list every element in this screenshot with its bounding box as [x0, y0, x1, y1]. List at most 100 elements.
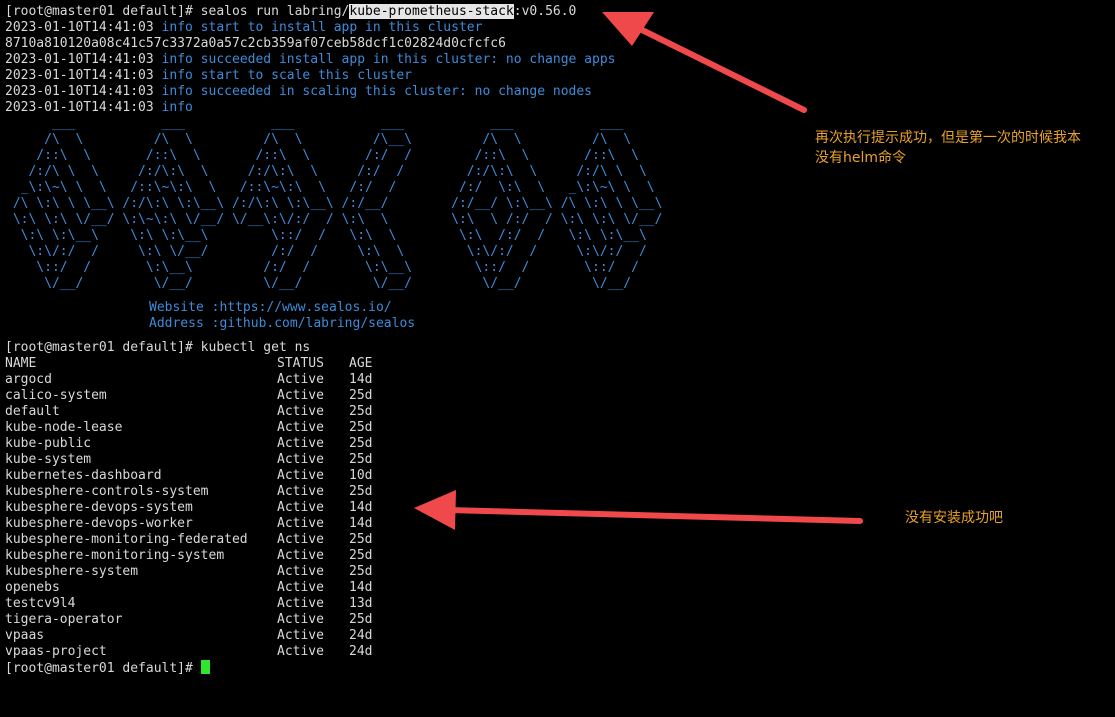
- namespace-age: 13d: [349, 596, 373, 611]
- namespace-name: kubesphere-controls-system: [5, 484, 209, 499]
- terminal-window[interactable]: [root@master01 default]# sealos run labr…: [5, 4, 1105, 676]
- namespace-name: kubesphere-devops-worker: [5, 516, 193, 531]
- namespace-age: 25d: [349, 420, 373, 435]
- namespace-age: 25d: [349, 484, 373, 499]
- log-line: 2023-01-10T14:41:03 info: [5, 100, 1105, 116]
- table-row: kubesphere-monitoring-system Active 25d: [5, 548, 372, 564]
- command-line-current[interactable]: [root@master01 default]#: [5, 660, 1105, 676]
- namespace-name: vpaas: [5, 628, 45, 643]
- namespace-age: 14d: [349, 372, 373, 387]
- log-message: info succeeded install app in this clust…: [161, 52, 616, 67]
- shell-prompt: [root@master01 default]#: [5, 661, 201, 676]
- command-line-sealos: [root@master01 default]# sealos run labr…: [5, 4, 1105, 20]
- namespace-name: kube-public: [5, 436, 92, 451]
- log-message: info succeeded in scaling this cluster: …: [161, 84, 593, 99]
- log-message: info: [161, 100, 193, 115]
- log-message: info start to scale this cluster: [161, 68, 412, 83]
- namespace-status: Active: [277, 484, 324, 499]
- log-timestamp: 2023-01-10T14:41:03: [5, 20, 162, 35]
- table-row: testcv9l4 Active 13d: [5, 596, 372, 612]
- table-row: default Active 25d: [5, 404, 372, 420]
- namespace-status: Active: [277, 628, 324, 643]
- namespace-age: 24d: [349, 628, 373, 643]
- table-row: kube-public Active 25d: [5, 436, 372, 452]
- table-row: kubernetes-dashboard Active 10d: [5, 468, 372, 484]
- command-text: sealos run labring/: [200, 4, 350, 19]
- namespace-status: Active: [277, 436, 324, 451]
- namespace-name: testcv9l4: [5, 596, 76, 611]
- namespace-name: default: [5, 404, 60, 419]
- sealos-address: Address :github.com/labring/sealos: [149, 316, 416, 331]
- namespace-name: kube-system: [5, 452, 92, 467]
- namespace-age: 14d: [349, 516, 373, 531]
- log-timestamp: 2023-01-10T14:41:03: [5, 84, 162, 99]
- namespace-status: Active: [277, 452, 324, 467]
- table-row: kubesphere-devops-worker Active 14d: [5, 516, 372, 532]
- namespace-status: Active: [277, 468, 324, 483]
- annotation-note-line: 再次执行提示成功，但是第一次的时候我本: [815, 130, 1081, 146]
- annotation-note-install: 没有安装成功吧: [905, 510, 1003, 526]
- namespace-age: 10d: [349, 468, 373, 483]
- namespace-status: Active: [277, 516, 324, 531]
- table-row: kube-node-lease Active 25d: [5, 420, 372, 436]
- namespace-age: 25d: [349, 404, 373, 419]
- table-row: argocd Active 14d: [5, 372, 372, 388]
- namespace-status: Active: [277, 388, 324, 403]
- column-header-name: NAME: [5, 356, 37, 371]
- table-row: kubesphere-monitoring-federated Active 25d: [5, 532, 372, 548]
- namespace-age: 25d: [349, 452, 373, 467]
- table-row: calico-system Active 25d: [5, 388, 372, 404]
- namespace-age: 24d: [349, 644, 373, 659]
- log-line: 2023-01-10T14:41:03 info start to scale …: [5, 68, 1105, 84]
- annotation-note-line: 没有helm命令: [815, 150, 907, 166]
- namespace-status: Active: [277, 532, 324, 547]
- command-text-tail: :v0.56.0: [513, 4, 577, 19]
- namespace-status: Active: [277, 372, 324, 387]
- selected-text[interactable]: kube-prometheus-stack: [349, 4, 514, 19]
- namespace-age: 14d: [349, 580, 373, 595]
- log-line: 8710a810120a08c41c57c3372a0a57c2cb359af0…: [5, 36, 1105, 52]
- log-line: 2023-01-10T14:41:03 info succeeded in sc…: [5, 84, 1105, 100]
- namespace-status: Active: [277, 596, 324, 611]
- namespace-status: Active: [277, 548, 324, 563]
- column-header-status: STATUS: [277, 356, 324, 371]
- table-row: vpaas-project Active 24d: [5, 644, 372, 660]
- namespace-rows: argocd Active 14d calico-system Active 25d def…: [5, 372, 372, 660]
- namespace-age: 25d: [349, 436, 373, 451]
- namespace-name: kubesphere-monitoring-federated: [5, 532, 248, 547]
- image-digest: 8710a810120a08c41c57c3372a0a57c2cb359af0…: [5, 36, 506, 51]
- namespace-age: 25d: [349, 564, 373, 579]
- namespace-name: kubesphere-devops-system: [5, 500, 193, 515]
- namespace-status: Active: [277, 644, 324, 659]
- table-row: openebs Active 14d: [5, 580, 372, 596]
- namespace-age: 14d: [349, 500, 373, 515]
- namespace-age: 25d: [349, 612, 373, 627]
- namespace-status: Active: [277, 500, 324, 515]
- namespace-name: openebs: [5, 580, 60, 595]
- command-line-kubectl: [root@master01 default]# kubectl get ns: [5, 340, 1105, 356]
- log-message: info start to install app in this cluste…: [161, 20, 483, 35]
- namespace-name: kube-node-lease: [5, 420, 123, 435]
- sealos-website: Website :https://www.sealos.io/: [149, 300, 392, 315]
- namespace-name: calico-system: [5, 388, 107, 403]
- namespace-age: 25d: [349, 388, 373, 403]
- namespace-table: NAME STATUS AGE argocd Active 14d calico-sy…: [5, 356, 372, 660]
- table-row: kube-system Active 25d: [5, 452, 372, 468]
- log-timestamp: 2023-01-10T14:41:03: [5, 52, 162, 67]
- namespace-name: argocd: [5, 372, 52, 387]
- namespace-status: Active: [277, 564, 324, 579]
- log-line: 2023-01-10T14:41:03 info start to instal…: [5, 20, 1105, 36]
- table-row: kubesphere-devops-system Active 14d: [5, 500, 372, 516]
- namespace-name: tigera-operator: [5, 612, 123, 627]
- namespace-name: kubesphere-monitoring-system: [5, 548, 225, 563]
- namespace-name: kubesphere-system: [5, 564, 139, 579]
- shell-prompt: [root@master01 default]#: [5, 4, 201, 19]
- annotation-note-helm: 再次执行提示成功，但是第一次的时候我本 没有helm命令: [815, 128, 1115, 168]
- log-timestamp: 2023-01-10T14:41:03: [5, 100, 162, 115]
- table-row: kubesphere-system Active 25d: [5, 564, 372, 580]
- column-header-age: AGE: [349, 356, 373, 371]
- table-header-row: NAME STATUS AGE: [5, 356, 372, 372]
- namespace-status: Active: [277, 612, 324, 627]
- table-row: vpaas Active 24d: [5, 628, 372, 644]
- command-text: kubectl get ns: [200, 340, 311, 355]
